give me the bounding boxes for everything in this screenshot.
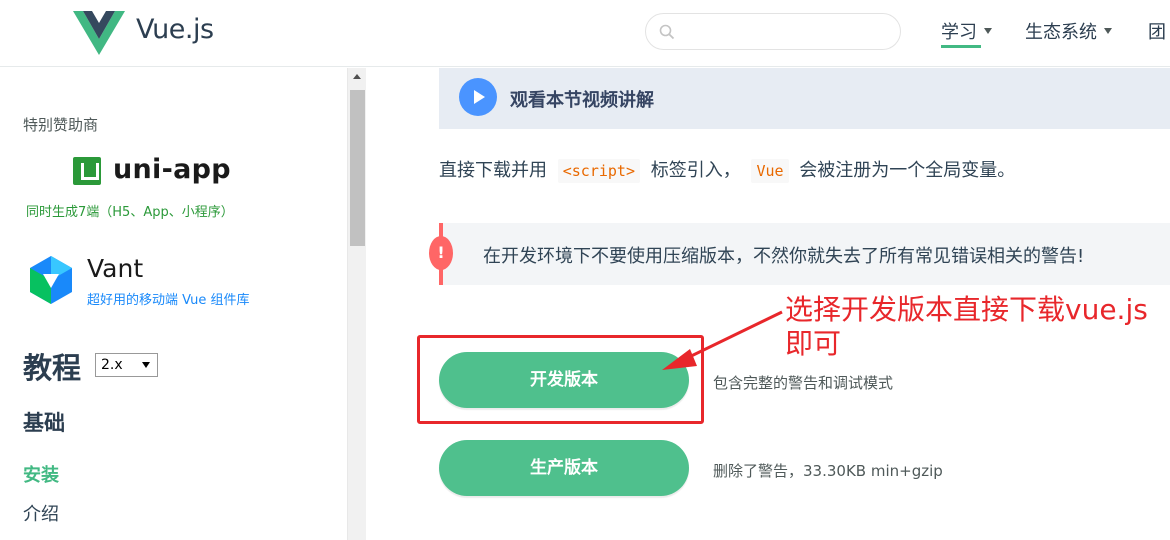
vant-logo-icon[interactable] [27,254,75,306]
top-header: Vue.js 学习 生态系统 团 [0,0,1170,67]
nav-learn[interactable]: 学习 [941,18,992,48]
search-icon [659,24,675,40]
paragraph-text-post: 会被注册为一个全局变量。 [799,160,1016,181]
search-box[interactable] [645,13,901,50]
warning-callout: ! 在开发环境下不要使用压缩版本，不然你就失去了所有常见错误相关的警告! [429,223,1170,285]
install-paragraph: 直接下载并用 <script> 标签引入， Vue 会被注册为一个全局变量。 [439,156,1016,183]
scrollbar-thumb[interactable] [350,90,365,246]
nav-learn-label: 学习 [941,22,977,43]
warning-text: 在开发环境下不要使用压缩版本，不然你就失去了所有常见错误相关的警告! [483,246,1085,267]
sponsor-vant-subtitle[interactable]: 超好用的移动端 Vue 组件库 [87,289,250,308]
play-icon[interactable] [459,78,497,116]
chevron-down-icon [1104,28,1112,34]
paragraph-text-mid: 标签引入， [650,160,741,181]
inline-code-vue: Vue [751,159,789,183]
sidebar-item-install[interactable]: 安装 [23,461,59,487]
inline-code-script: <script> [557,159,640,183]
sponsor-vant-name[interactable]: Vant [87,254,143,283]
chevron-down-icon [984,28,992,34]
scroll-up-arrow-icon[interactable] [353,74,361,79]
sponsor-title: 特别赞助商 [23,116,99,134]
nav-ecosystem[interactable]: 生态系统 [1025,18,1112,44]
paragraph-text-pre: 直接下载并用 [439,160,547,181]
vue-logo-icon[interactable] [73,11,125,55]
download-prod-button[interactable]: 生产版本 [439,440,689,496]
brand-name[interactable]: Vue.js [136,14,214,45]
section-title: 基础 [23,411,65,435]
chevron-down-icon [142,362,150,368]
video-banner[interactable]: 观看本节视频讲解 [439,68,1170,129]
nav-team-label: 团 [1148,22,1166,43]
warning-icon: ! [429,236,453,270]
menu-title: 教程 [23,351,82,385]
annotation-text: 选择开发版本直接下载vue.js即可 [785,293,1148,360]
version-select[interactable]: 2.x [95,353,158,377]
sidebar-scrollbar[interactable] [347,68,366,540]
sponsor-uni-app-subtitle[interactable]: 同时生成7端（H5、App、小程序） [26,201,234,220]
annotation-highlight-box [417,335,704,424]
uni-app-logo-icon[interactable] [73,157,101,185]
download-dev-description: 包含完整的警告和调试模式 [713,374,894,392]
version-value: 2.x [101,357,123,373]
sidebar-item-intro[interactable]: 介绍 [23,500,59,526]
nav-team[interactable]: 团 [1148,18,1166,44]
video-label[interactable]: 观看本节视频讲解 [510,86,654,112]
nav-ecosystem-label: 生态系统 [1025,22,1097,43]
search-input[interactable] [684,21,884,43]
sponsor-uni-app-name[interactable]: uni-app [113,154,231,185]
download-prod-description: 删除了警告，33.30KB min+gzip [713,462,943,480]
